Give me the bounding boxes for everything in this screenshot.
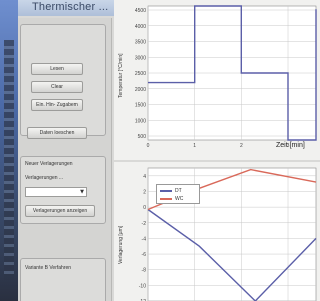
y-tick-label: 3000 bbox=[135, 55, 146, 61]
legend-item: DT bbox=[160, 188, 182, 194]
y-tick-label: -6 bbox=[142, 252, 147, 258]
field-label: Verlagerungen ... bbox=[25, 175, 64, 181]
legend-label: DT bbox=[175, 188, 182, 194]
x-axis-label: Zeit [min] bbox=[276, 142, 305, 149]
data-group: Lesen Clear Ein. Hin- Zugabem Daten loes… bbox=[20, 24, 106, 139]
y-axis-label: Verlagerung [µm] bbox=[118, 225, 124, 264]
mode-select[interactable]: ▼ bbox=[25, 187, 87, 197]
clear-button[interactable]: Clear bbox=[31, 81, 83, 93]
read-button[interactable]: Lesen bbox=[31, 63, 83, 75]
temperature-chart: 4500 4000 3500 3000 2500 2000 1500 1000 500 0 1 2 3 … bbox=[114, 0, 320, 160]
x-tick-label: 2 bbox=[240, 143, 243, 149]
legend-label: WC bbox=[175, 196, 184, 202]
delete-data-button[interactable]: Daten loeschen bbox=[27, 127, 87, 139]
legend: DT WC bbox=[156, 184, 200, 204]
add-button[interactable]: Ein. Hin- Zugabem bbox=[31, 99, 83, 111]
y-tick-label: 2500 bbox=[135, 71, 146, 77]
y-tick-label: 0 bbox=[143, 205, 146, 211]
variant-group: Variante B Verfahren bbox=[20, 258, 106, 301]
window-title: Thermischer ... bbox=[32, 1, 109, 13]
group-title: Neuer Verlagerungen bbox=[25, 161, 73, 167]
show-displacement-button[interactable]: Verlagerungen anzeigen bbox=[25, 205, 95, 217]
x-tick-label: 0 bbox=[147, 143, 150, 149]
y-tick-label: 4000 bbox=[135, 24, 146, 30]
y-tick-label: -4 bbox=[142, 236, 147, 242]
legend-swatch bbox=[160, 190, 172, 192]
y-tick-label: 1500 bbox=[135, 103, 146, 109]
control-panel: Lesen Clear Ein. Hin- Zugabem Daten loes… bbox=[18, 18, 112, 301]
y-tick-label: 500 bbox=[138, 134, 147, 140]
app-window: Thermischer ... Lesen Clear Ein. Hin- Zu… bbox=[18, 0, 320, 301]
background-photo bbox=[0, 0, 18, 301]
y-tick-label: 4500 bbox=[135, 8, 146, 14]
y-tick-label: -10 bbox=[139, 283, 146, 289]
displacement-chart: 420-2-4-6-8-10-12 Verlagerung [µm] bbox=[114, 162, 320, 301]
temperature-chart-svg: 450040003500300025002000150010005000 1 2 3 bbox=[135, 5, 317, 149]
y-tick-label: 3500 bbox=[135, 40, 146, 46]
group-title: Variante B Verfahren bbox=[25, 265, 72, 271]
legend-item: WC bbox=[160, 196, 183, 202]
y-tick-label: -2 bbox=[142, 221, 147, 227]
y-tick-label: 2000 bbox=[135, 87, 146, 93]
displacement-chart-svg: 420-2-4-6-8-10-12 bbox=[139, 167, 317, 301]
y-tick-label: 2 bbox=[143, 189, 146, 195]
x-tick-label: 1 bbox=[193, 143, 196, 149]
displacement-group: Neuer Verlagerungen Verlagerungen ... ▼ … bbox=[20, 156, 106, 224]
y-tick-label: 1000 bbox=[135, 118, 146, 124]
y-axis-label: Temperatur [°C/min] bbox=[118, 53, 124, 98]
y-tick-label: -8 bbox=[142, 268, 147, 274]
legend-swatch bbox=[160, 198, 172, 200]
y-tick-label: 4 bbox=[143, 174, 146, 180]
chevron-down-icon: ▼ bbox=[80, 189, 84, 195]
